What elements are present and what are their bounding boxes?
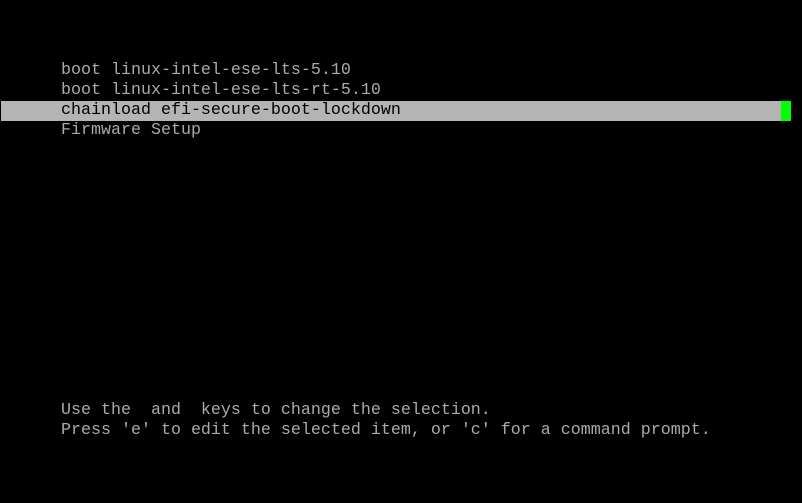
menu-item-chainload-selected[interactable]: chainload efi-secure-boot-lockdown	[1, 101, 781, 121]
help-text: Press 'e' to edit the selected item, or …	[61, 421, 711, 440]
menu-item-label: boot linux-intel-ese-lts-5.10	[61, 61, 351, 80]
help-text: Use the and keys to change the selection…	[61, 401, 491, 420]
help-text-line-2: Press 'e' to edit the selected item, or …	[0, 421, 802, 441]
menu-item-label: Firmware Setup	[61, 121, 201, 140]
menu-item-label: chainload efi-secure-boot-lockdown	[61, 101, 401, 120]
scroll-indicator	[781, 101, 791, 121]
help-text-line-1: Use the and keys to change the selection…	[0, 401, 802, 421]
menu-item-label: boot linux-intel-ese-lts-rt-5.10	[61, 81, 381, 100]
menu-item-firmware-setup[interactable]: Firmware Setup	[0, 121, 802, 141]
menu-item-linux-lts[interactable]: boot linux-intel-ese-lts-5.10	[0, 61, 802, 81]
menu-item-linux-lts-rt[interactable]: boot linux-intel-ese-lts-rt-5.10	[0, 81, 802, 101]
